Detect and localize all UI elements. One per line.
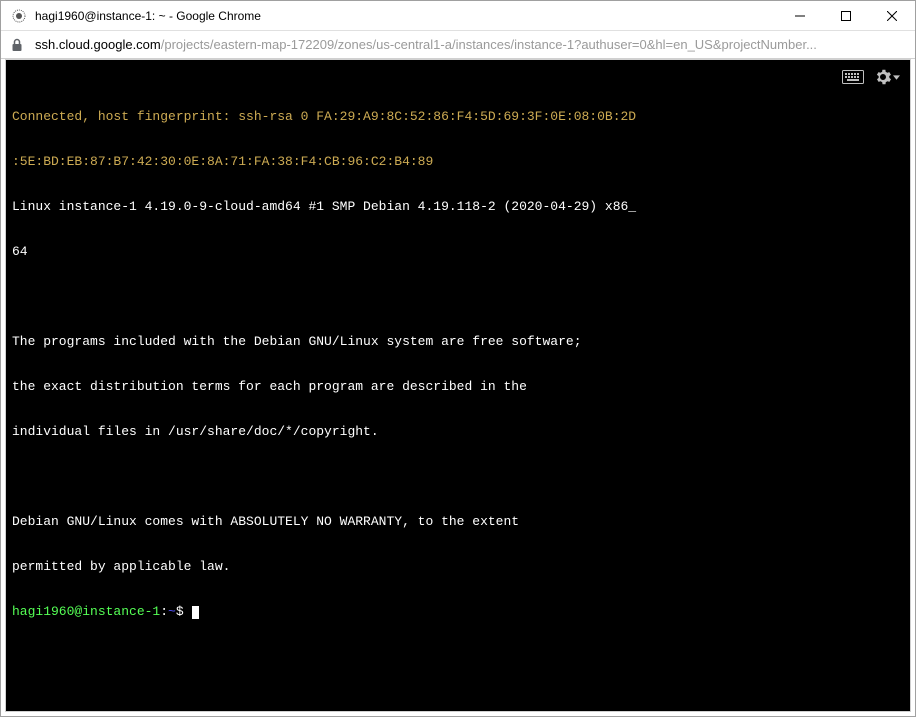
app-icon — [11, 8, 27, 24]
window-title: hagi1960@instance-1: ~ - Google Chrome — [35, 9, 777, 23]
cursor-icon — [192, 606, 199, 619]
terminal-output: Connected, host fingerprint: ssh-rsa 0 F… — [12, 109, 636, 124]
prompt-user-host: hagi1960@instance-1 — [12, 604, 160, 619]
close-button[interactable] — [869, 1, 915, 30]
window-controls — [777, 1, 915, 30]
minimize-button[interactable] — [777, 1, 823, 30]
terminal-output: The programs included with the Debian GN… — [12, 334, 904, 349]
url-text[interactable]: ssh.cloud.google.com/projects/eastern-ma… — [35, 37, 905, 52]
prompt-symbol: $ — [176, 604, 192, 619]
url-host: ssh.cloud.google.com — [35, 37, 161, 52]
terminal-toolbar — [840, 66, 902, 88]
url-path: /projects/eastern-map-172209/zones/us-ce… — [161, 37, 817, 52]
settings-gear-icon[interactable] — [872, 66, 902, 88]
keyboard-icon[interactable] — [840, 68, 866, 86]
terminal-output: 64 — [12, 244, 904, 259]
terminal-output: the exact distribution terms for each pr… — [12, 379, 904, 394]
maximize-button[interactable] — [823, 1, 869, 30]
terminal-output: :5E:BD:EB:87:B7:42:30:0E:8A:71:FA:38:F4:… — [12, 154, 433, 169]
url-bar[interactable]: ssh.cloud.google.com/projects/eastern-ma… — [1, 31, 915, 59]
terminal-output: permitted by applicable law. — [12, 559, 904, 574]
terminal-output: individual files in /usr/share/doc/*/cop… — [12, 424, 904, 439]
terminal-output — [12, 469, 904, 484]
terminal-prompt-line[interactable]: hagi1960@instance-1:~$ — [12, 604, 904, 619]
lock-icon — [11, 38, 25, 52]
window-title-bar: hagi1960@instance-1: ~ - Google Chrome — [1, 1, 915, 31]
prompt-colon: : — [160, 604, 168, 619]
terminal-output: Debian GNU/Linux comes with ABSOLUTELY N… — [12, 514, 904, 529]
terminal[interactable]: Connected, host fingerprint: ssh-rsa 0 F… — [5, 59, 911, 712]
terminal-output: Linux instance-1 4.19.0-9-cloud-amd64 #1… — [12, 199, 904, 214]
terminal-output — [12, 289, 904, 304]
prompt-path: ~ — [168, 604, 176, 619]
